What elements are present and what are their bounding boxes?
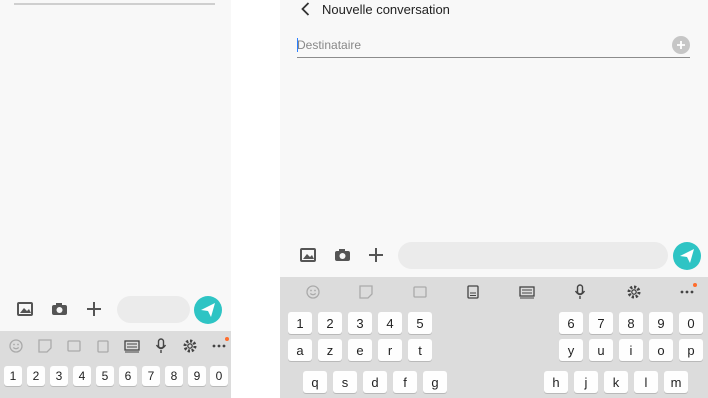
image-icon[interactable]: [16, 300, 34, 318]
send-icon: [201, 303, 215, 317]
key-0[interactable]: 0: [210, 366, 228, 386]
key-u[interactable]: u: [589, 339, 613, 361]
key-7[interactable]: 7: [589, 312, 613, 334]
send-button[interactable]: [194, 296, 222, 324]
sticker-icon[interactable]: [34, 335, 56, 357]
keyboard: 1 2 3 4 5 6 7 8 9 0: [0, 331, 231, 398]
camera-icon[interactable]: [50, 300, 68, 318]
key-i[interactable]: i: [619, 339, 643, 361]
key-e[interactable]: e: [348, 339, 372, 361]
key-h[interactable]: h: [544, 371, 568, 393]
keyboard: 1 2 3 4 5 a z e r t q s d f g 6 7 8 9 0 …: [280, 277, 708, 398]
gif-icon[interactable]: [63, 335, 85, 357]
notification-dot: [693, 283, 698, 287]
key-g[interactable]: g: [423, 371, 447, 393]
key-4[interactable]: 4: [73, 366, 91, 386]
key-3[interactable]: 3: [348, 312, 372, 334]
right-phone-screen: Nouvelle conversation Destinataire 1 2 3…: [280, 0, 708, 398]
chevron-left-icon[interactable]: [298, 2, 312, 16]
settings-icon[interactable]: [623, 281, 645, 303]
key-d[interactable]: d: [363, 371, 387, 393]
key-5[interactable]: 5: [408, 312, 432, 334]
key-6[interactable]: 6: [559, 312, 583, 334]
key-2[interactable]: 2: [27, 366, 45, 386]
key-3[interactable]: 3: [50, 366, 68, 386]
key-1[interactable]: 1: [288, 312, 312, 334]
more-icon[interactable]: [208, 335, 230, 357]
settings-icon[interactable]: [179, 335, 201, 357]
emoji-icon[interactable]: [5, 335, 27, 357]
image-icon[interactable]: [299, 246, 317, 264]
key-l[interactable]: l: [634, 371, 658, 393]
key-7[interactable]: 7: [142, 366, 160, 386]
key-8[interactable]: 8: [165, 366, 183, 386]
key-z[interactable]: z: [318, 339, 342, 361]
add-contact-button[interactable]: [672, 36, 690, 54]
key-r[interactable]: r: [378, 339, 402, 361]
top-divider: [14, 3, 215, 5]
plus-icon[interactable]: [366, 245, 386, 265]
split-keyboard-icon[interactable]: [462, 281, 484, 303]
plus-icon: [677, 41, 685, 49]
key-m[interactable]: m: [664, 371, 688, 393]
clipboard-icon[interactable]: [92, 335, 114, 357]
sticker-icon[interactable]: [355, 281, 377, 303]
send-button[interactable]: [673, 242, 701, 270]
key-s[interactable]: s: [333, 371, 357, 393]
key-9[interactable]: 9: [649, 312, 673, 334]
key-q[interactable]: q: [303, 371, 327, 393]
message-input[interactable]: [117, 296, 190, 323]
more-icon[interactable]: [676, 281, 698, 303]
mic-icon[interactable]: [569, 281, 591, 303]
plus-icon[interactable]: [84, 299, 104, 319]
mic-icon[interactable]: [150, 335, 172, 357]
camera-icon[interactable]: [333, 246, 351, 264]
conversation-header: Nouvelle conversation: [298, 0, 450, 18]
emoji-icon[interactable]: [302, 281, 324, 303]
key-k[interactable]: k: [604, 371, 628, 393]
text-cursor: [297, 38, 298, 52]
notification-dot: [224, 337, 229, 341]
key-a[interactable]: a: [288, 339, 312, 361]
key-6[interactable]: 6: [119, 366, 137, 386]
key-j[interactable]: j: [574, 371, 598, 393]
key-f[interactable]: f: [393, 371, 417, 393]
key-0[interactable]: 0: [679, 312, 703, 334]
recipient-input[interactable]: [297, 34, 657, 56]
key-8[interactable]: 8: [619, 312, 643, 334]
keyboard-icon[interactable]: [121, 335, 143, 357]
send-icon: [680, 249, 694, 263]
key-2[interactable]: 2: [318, 312, 342, 334]
key-4[interactable]: 4: [378, 312, 402, 334]
key-t[interactable]: t: [408, 339, 432, 361]
page-title: Nouvelle conversation: [322, 1, 450, 17]
key-1[interactable]: 1: [4, 366, 22, 386]
keyboard-icon[interactable]: [516, 281, 538, 303]
recipient-field[interactable]: [297, 34, 690, 58]
message-input[interactable]: [398, 242, 668, 269]
keyboard-toolbar: [0, 335, 231, 357]
key-5[interactable]: 5: [96, 366, 114, 386]
key-p[interactable]: p: [679, 339, 703, 361]
keyboard-toolbar: [280, 281, 708, 303]
left-phone-screen: 1 2 3 4 5 6 7 8 9 0: [0, 0, 231, 398]
key-y[interactable]: y: [559, 339, 583, 361]
gif-icon[interactable]: [409, 281, 431, 303]
key-o[interactable]: o: [649, 339, 673, 361]
key-9[interactable]: 9: [188, 366, 206, 386]
